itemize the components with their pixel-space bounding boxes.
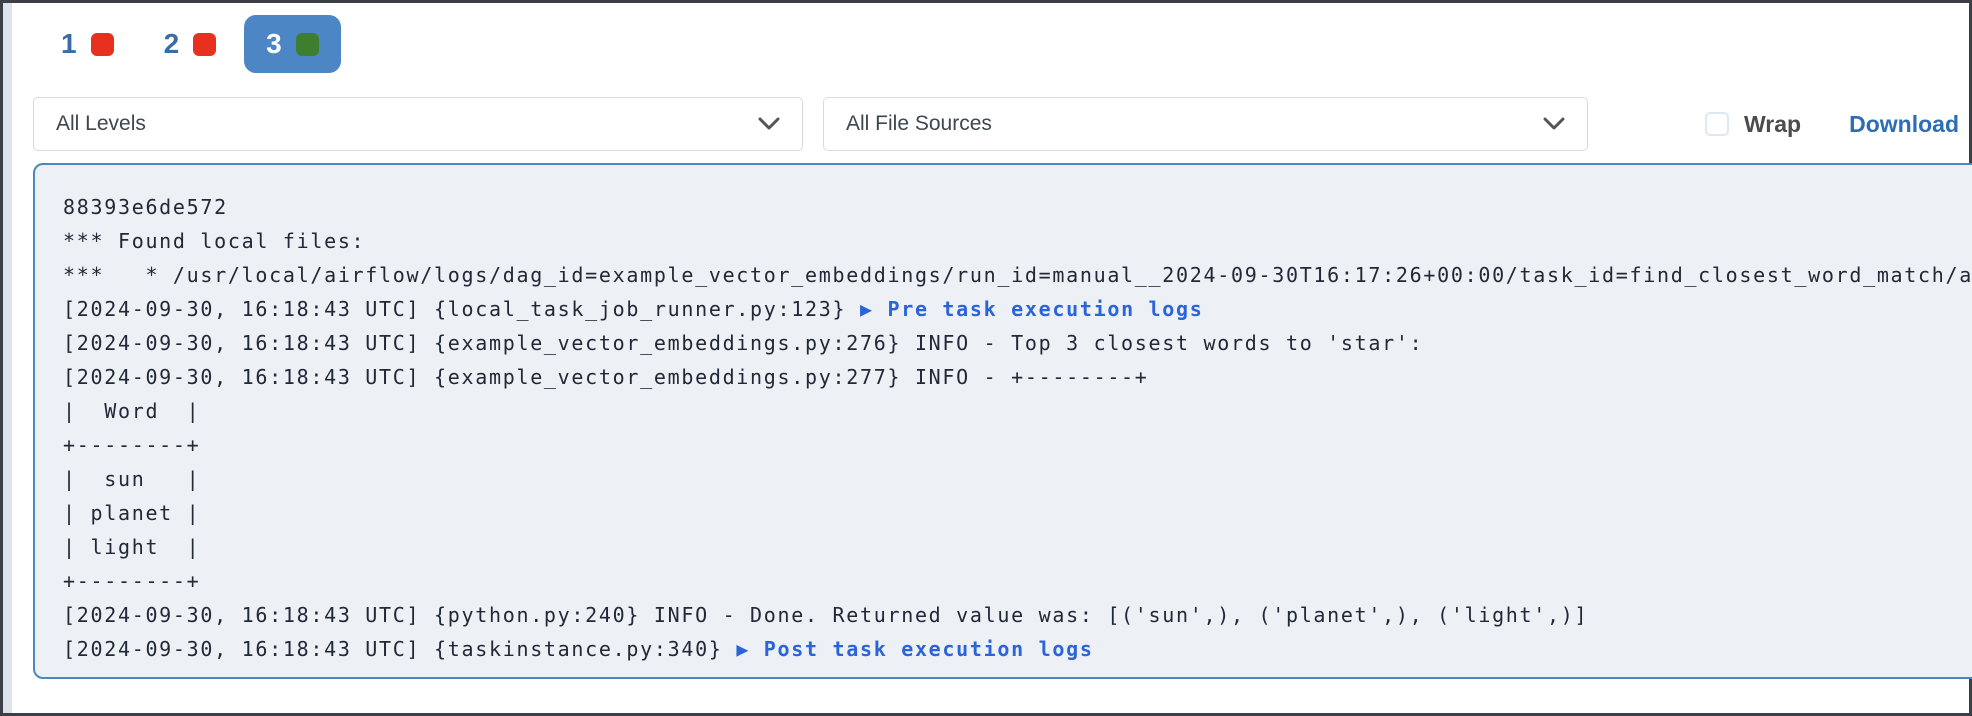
log-text: [2024-09-30, 16:18:43 UTC] {taskinstance…	[63, 637, 736, 661]
attempt-tab-1[interactable]: 1	[39, 15, 136, 73]
log-line: +--------+	[63, 428, 1972, 462]
level-filter-select[interactable]: All Levels	[33, 97, 803, 151]
attempt-tabs: 1 2 3	[39, 15, 341, 73]
log-line: [2024-09-30, 16:18:43 UTC] {example_vect…	[63, 326, 1972, 360]
log-text: | Word |	[63, 399, 200, 423]
window-edge-strip	[3, 3, 12, 713]
log-text: [2024-09-30, 16:18:43 UTC] {example_vect…	[63, 365, 1149, 389]
log-line: [2024-09-30, 16:18:43 UTC] {taskinstance…	[63, 632, 1972, 666]
attempt-number: 1	[61, 28, 77, 60]
log-text: | planet |	[63, 501, 200, 525]
log-line: [2024-09-30, 16:18:43 UTC] {local_task_j…	[63, 292, 1972, 326]
log-group-toggle[interactable]: ▶ Post task execution logs	[736, 637, 1093, 661]
attempt-status-success-icon	[296, 33, 319, 56]
log-group-toggle[interactable]: ▶ Pre task execution logs	[860, 297, 1204, 321]
log-text: +--------+	[63, 433, 200, 457]
log-text: *** Found local files:	[63, 229, 365, 253]
log-line: | sun |	[63, 462, 1972, 496]
log-output: 88393e6de572 *** Found local files: *** * …	[35, 165, 1972, 666]
attempt-status-failed-icon	[91, 33, 114, 56]
download-link[interactable]: Download	[1849, 111, 1959, 138]
log-text: [2024-09-30, 16:18:43 UTC] {example_vect…	[63, 331, 1423, 355]
wrap-checkbox[interactable]	[1705, 112, 1729, 136]
log-line: | Word |	[63, 394, 1972, 428]
file-source-filter-select[interactable]: All File Sources	[823, 97, 1588, 151]
log-line: [2024-09-30, 16:18:43 UTC] {python.py:24…	[63, 598, 1972, 632]
attempt-tab-3[interactable]: 3	[244, 15, 341, 73]
log-text: | light |	[63, 535, 200, 559]
log-text: [2024-09-30, 16:18:43 UTC] {local_task_j…	[63, 297, 860, 321]
log-output-panel[interactable]: 88393e6de572 *** Found local files: *** * …	[33, 163, 1972, 679]
attempt-number: 2	[164, 28, 180, 60]
log-line: *** Found local files:	[63, 224, 1972, 258]
log-line: 88393e6de572	[63, 190, 1972, 224]
log-line: [2024-09-30, 16:18:43 UTC] {example_vect…	[63, 360, 1972, 394]
attempt-tab-2[interactable]: 2	[142, 15, 239, 73]
attempt-status-failed-icon	[193, 33, 216, 56]
log-viewer-page: { "attempts": { "tabs": [ { "label": "1"…	[0, 0, 1972, 716]
file-source-filter-value: All File Sources	[846, 112, 992, 136]
wrap-toggle-group: Wrap	[1705, 111, 1801, 138]
log-line: | planet |	[63, 496, 1972, 530]
log-text: *** * /usr/local/airflow/logs/dag_id=exa…	[63, 263, 1972, 287]
wrap-label: Wrap	[1744, 111, 1801, 138]
log-line: | light |	[63, 530, 1972, 564]
log-text: 88393e6de572	[63, 195, 228, 219]
chevron-down-icon	[1543, 117, 1565, 131]
level-filter-value: All Levels	[56, 112, 146, 136]
attempt-number: 3	[266, 28, 282, 60]
log-line: *** * /usr/local/airflow/logs/dag_id=exa…	[63, 258, 1972, 292]
log-filter-row: All Levels All File Sources Wrap Downloa…	[33, 97, 1959, 151]
log-text: [2024-09-30, 16:18:43 UTC] {python.py:24…	[63, 603, 1588, 627]
log-text: | sun |	[63, 467, 200, 491]
log-text: +--------+	[63, 569, 200, 593]
log-line: +--------+	[63, 564, 1972, 598]
chevron-down-icon	[758, 117, 780, 131]
